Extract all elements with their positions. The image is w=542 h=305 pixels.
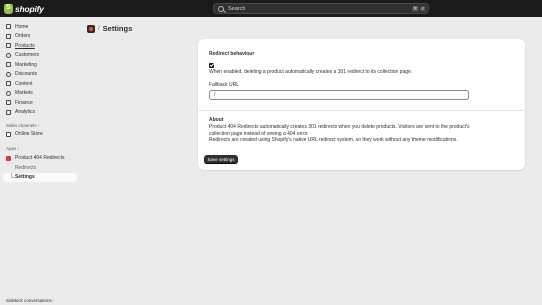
- sidebar-item-app[interactable]: Product 404 Redirects: [3, 154, 77, 163]
- sidebar-item-label: Home: [15, 23, 29, 30]
- top-bar: shopify Search ⌘ K: [0, 0, 542, 17]
- chevron-right-icon: ›: [53, 298, 55, 303]
- sidebar-item-finance[interactable]: Finance: [3, 98, 77, 107]
- k-key-icon: K: [420, 6, 426, 12]
- chevron-right-icon: ›: [38, 122, 40, 128]
- search-placeholder: Search: [228, 5, 246, 12]
- sales-channels-label: Sales channels: [6, 122, 37, 128]
- page-header: / Settings: [87, 24, 132, 33]
- page-title: Settings: [102, 24, 133, 33]
- products-icon: [6, 43, 11, 48]
- sidebar-item-discounts[interactable]: Discounts: [3, 70, 77, 79]
- store-icon: [6, 131, 11, 137]
- content-icon: [6, 81, 11, 86]
- sidebar-item-label: Markets: [15, 90, 33, 96]
- sidekick-conversations-link[interactable]: Sidekick conversations ›: [6, 298, 55, 303]
- fallback-url-label: Fallback URL: [209, 82, 240, 88]
- brand-text: shopify: [15, 3, 44, 14]
- shopify-bag-icon: [4, 3, 13, 14]
- sidebar-item-label: Product 404 Redirects: [15, 155, 65, 161]
- sidebar-item-markets[interactable]: Markets: [3, 89, 77, 98]
- sales-channels-section[interactable]: Sales channels ›: [6, 123, 40, 128]
- command-key-icon: ⌘: [412, 6, 419, 12]
- section-divider: [199, 110, 524, 111]
- checkbox-description: When enabled, deleting a product automat…: [209, 68, 413, 75]
- app-badge-icon[interactable]: [87, 24, 95, 33]
- sidebar-item-online-store[interactable]: Online Store: [3, 130, 77, 139]
- sidebar: Home Orders Products Customers Marketing…: [0, 17, 80, 305]
- tree-connector-icon: [11, 172, 15, 178]
- discounts-icon: [6, 71, 11, 77]
- sidebar-item-label: Customers: [15, 52, 40, 58]
- customers-icon: [6, 52, 11, 58]
- sidebar-subitem-settings[interactable]: Settings: [3, 172, 77, 182]
- save-settings-button[interactable]: Save settings: [204, 155, 238, 164]
- about-title: About: [209, 117, 224, 123]
- apps-label: Apps: [6, 145, 17, 151]
- breadcrumb-separator: /: [98, 25, 100, 32]
- home-icon: [6, 24, 11, 29]
- analytics-icon: [6, 109, 11, 115]
- search-icon: [218, 5, 224, 12]
- orders-icon: [6, 33, 11, 39]
- sidebar-item-label: Content: [15, 80, 33, 87]
- sidebar-item-label: Analytics: [15, 109, 36, 115]
- sidebar-subitem-label: Settings: [15, 174, 35, 180]
- sidekick-label: Sidekick conversations: [6, 298, 52, 303]
- sidebar-subitem-label: Redirects: [15, 164, 37, 171]
- apps-section[interactable]: Apps ›: [6, 146, 19, 151]
- fallback-url-field[interactable]: /: [209, 90, 469, 100]
- sidebar-item-content[interactable]: Content: [3, 79, 77, 88]
- sidebar-item-customers[interactable]: Customers: [3, 51, 77, 60]
- sidebar-item-label: Discounts: [15, 71, 37, 77]
- sidebar-item-marketing[interactable]: Marketing: [3, 60, 77, 69]
- sidebar-item-label: Products: [15, 42, 35, 49]
- redirect-behaviour-title: Redirect behaviour: [209, 51, 255, 57]
- shopify-logo[interactable]: shopify: [4, 3, 44, 14]
- sidebar-item-label: Finance: [15, 99, 33, 106]
- sidebar-item-products[interactable]: Products: [3, 41, 77, 50]
- finance-icon: [6, 100, 11, 105]
- sidebar-item-label: Marketing: [15, 61, 37, 68]
- about-text-line3: Redirects are created using Shopify's na…: [209, 137, 458, 143]
- app-icon: [6, 155, 11, 161]
- sidebar-item-label: Orders: [15, 33, 31, 39]
- marketing-icon: [6, 62, 11, 67]
- auto-redirect-checkbox[interactable]: [209, 63, 214, 68]
- sidebar-item-analytics[interactable]: Analytics: [3, 108, 77, 117]
- search-input[interactable]: Search ⌘ K: [213, 3, 429, 14]
- chevron-right-icon: ›: [17, 145, 20, 151]
- markets-icon: [6, 90, 11, 96]
- sidebar-subitem-redirects[interactable]: Redirects: [3, 163, 77, 172]
- sidebar-item-orders[interactable]: Orders: [3, 32, 77, 41]
- sidebar-item-home[interactable]: Home: [3, 22, 77, 31]
- sidebar-item-label: Online Store: [15, 131, 43, 137]
- settings-card: [198, 39, 525, 170]
